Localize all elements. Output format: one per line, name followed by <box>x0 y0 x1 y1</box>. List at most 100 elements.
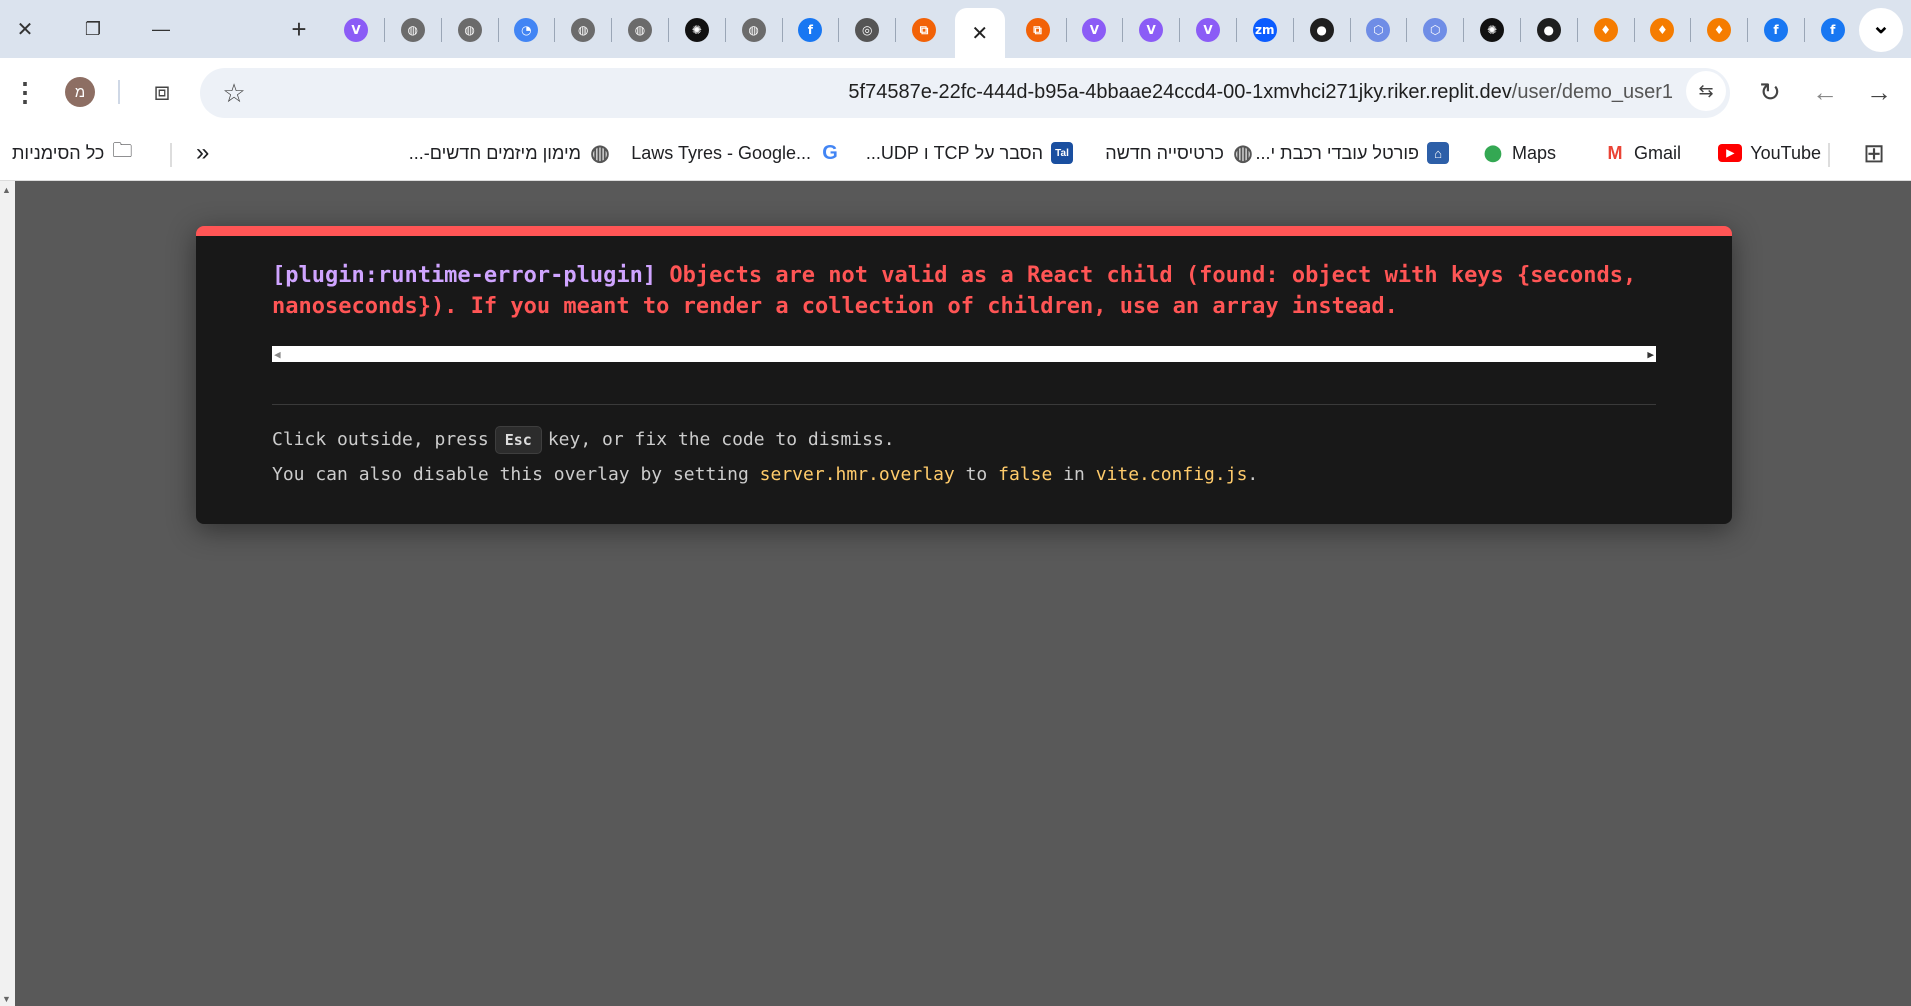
bookmark-funding[interactable]: ◍ מימון מיזמים חדשים-... <box>409 138 611 168</box>
browser-tab[interactable]: V <box>330 8 382 52</box>
site-settings-button[interactable]: ⇆ <box>1686 71 1726 111</box>
forward-button[interactable]: → <box>1857 70 1901 114</box>
tab-separator <box>1463 18 1465 42</box>
tab-separator <box>1406 18 1408 42</box>
firebase-icon: ♦ <box>1593 18 1618 42</box>
config-file: vite.config.js <box>1095 464 1248 485</box>
browser-tab[interactable]: ◎ <box>841 8 893 52</box>
browser-tab[interactable]: f <box>1807 8 1859 52</box>
scroll-left-arrow[interactable]: ◀ <box>274 348 281 361</box>
scroll-up-arrow[interactable]: ▲ <box>2 185 11 195</box>
browser-toolbar: ⋮ מ ⧈ ☆ 5f74587e-22fc-444d-b95a-4bbaae24… <box>0 58 1911 126</box>
browser-tab[interactable]: ◍ <box>444 8 496 52</box>
profile-button[interactable]: מ <box>58 70 102 114</box>
browser-tab[interactable]: ♦ <box>1580 8 1632 52</box>
url-path: /user/demo_user1 <box>1511 81 1673 103</box>
tip-text: Click outside, press <box>272 429 489 450</box>
star-icon: ☆ <box>222 77 246 108</box>
arrow-left-icon: ← <box>1812 76 1838 107</box>
extensions-button[interactable]: ⧈ <box>140 70 184 114</box>
browser-tab[interactable]: ◍ <box>728 8 780 52</box>
tab-separator <box>1747 18 1749 42</box>
url-text[interactable]: 5f74587e-22fc-444d-b95a-4bbaae24ccd4-00-… <box>848 81 1673 104</box>
bookmark-maps[interactable]: ⬤ Maps <box>1481 138 1556 168</box>
tip-text: key, or fix the code to dismiss. <box>547 429 895 450</box>
chrome-icon: ◎ <box>855 18 880 42</box>
github-icon: ● <box>1536 18 1561 42</box>
error-frame-scroller[interactable]: ◀ ▶ <box>272 346 1656 362</box>
browser-tab[interactable]: ✺ <box>1466 8 1518 52</box>
close-icon: ✕ <box>16 18 34 41</box>
restore-window-button[interactable]: ❐ <box>74 10 112 48</box>
config-key: server.hmr.overlay <box>759 464 955 485</box>
cube-icon: ⬡ <box>1423 18 1448 42</box>
bookmark-rail-portal[interactable]: ⌂ פורטל עובדי רכבת י... <box>1255 138 1449 168</box>
arrow-right-icon: → <box>1866 76 1892 107</box>
browser-tab[interactable]: ⬡ <box>1352 8 1404 52</box>
bookmarks-overflow-button[interactable]: » <box>196 138 209 168</box>
page-scrollbar[interactable]: ▲ ▼ <box>0 181 15 1006</box>
globe-icon: ◍ <box>457 18 482 42</box>
tab-separator <box>1236 18 1237 42</box>
tune-icon: ⇆ <box>1698 80 1714 101</box>
back-button[interactable]: ← <box>1803 70 1847 114</box>
reload-button[interactable]: ↻ <box>1748 70 1792 114</box>
browser-tab[interactable]: ● <box>1296 8 1348 52</box>
browser-tab[interactable]: ♦ <box>1693 8 1745 52</box>
browser-tab[interactable]: ♦ <box>1636 8 1688 52</box>
bookmark-laws-tyres[interactable]: G Laws Tyres - Google... <box>631 138 841 168</box>
close-icon[interactable]: ✕ <box>968 21 992 45</box>
scroll-right-arrow[interactable]: ▶ <box>1647 348 1654 361</box>
browser-tab[interactable]: ⧉ <box>898 8 950 52</box>
tab-separator <box>440 18 442 42</box>
tab-separator <box>1065 18 1067 42</box>
browser-menu-button[interactable]: ⋮ <box>3 70 47 114</box>
browser-tab[interactable]: f <box>784 8 836 52</box>
facebook-icon: f <box>1820 18 1845 42</box>
browser-tab[interactable]: ◍ <box>614 8 666 52</box>
dismiss-tip: Click outside, press Esc key, or fix the c… <box>272 426 895 454</box>
maps-pin-icon: ⬤ <box>1481 142 1504 164</box>
facebook-icon: f <box>798 18 823 42</box>
scroll-down-arrow[interactable]: ▼ <box>2 994 11 1004</box>
omnibox[interactable]: ☆ 5f74587e-22fc-444d-b95a-4bbaae24ccd4-0… <box>200 68 1730 118</box>
minimize-window-button[interactable]: — <box>142 10 180 48</box>
bookmark-label: Maps <box>1511 142 1556 163</box>
browser-tab[interactable]: ◍ <box>387 8 439 52</box>
browser-tab[interactable]: V <box>1182 8 1234 52</box>
browser-tab[interactable]: ⧉ <box>1012 8 1064 52</box>
tab-separator <box>838 18 840 42</box>
browser-tab[interactable]: ✺ <box>671 8 723 52</box>
active-tab[interactable]: ✕ <box>954 8 1005 58</box>
browser-tab[interactable]: V <box>1068 8 1120 52</box>
all-bookmarks-button[interactable]: כל הסימניות 🗀 <box>12 138 132 168</box>
tip-text: . <box>1247 464 1259 485</box>
openai-icon: ✺ <box>684 18 709 42</box>
vite-error-overlay[interactable]: [plugin:runtime-error-plugin] Objects ar… <box>196 226 1732 524</box>
esc-key: Esc <box>494 426 542 454</box>
bookmark-gmail[interactable]: M Gmail <box>1603 138 1681 168</box>
browser-tab[interactable]: ● <box>1523 8 1575 52</box>
browser-tab[interactable]: V <box>1125 8 1177 52</box>
vite-icon: V <box>1139 18 1164 42</box>
tab-separator <box>1690 18 1692 42</box>
tab-separator <box>1804 18 1805 42</box>
bookmark-tcp-udp[interactable]: Tal הסבר על TCP ו UDP... <box>866 138 1073 168</box>
browser-tab[interactable]: zm <box>1239 8 1291 52</box>
browser-tab[interactable]: ◍ <box>557 8 609 52</box>
bookmark-youtube[interactable]: ▶ YouTube <box>1718 138 1821 168</box>
bookmark-new-tab[interactable]: ◍ כרטיסייה חדשה <box>1105 138 1254 168</box>
error-message: [plugin:runtime-error-plugin] Objects ar… <box>272 260 1672 322</box>
tab-separator <box>668 18 669 42</box>
close-window-button[interactable]: ✕ <box>6 10 44 48</box>
tab-search-dropdown[interactable]: ⌄ <box>1859 8 1903 52</box>
reload-icon: ↻ <box>1759 76 1781 107</box>
bookmark-star-button[interactable]: ☆ <box>212 71 256 115</box>
browser-tab[interactable]: ⬡ <box>1409 8 1461 52</box>
tab-separator <box>1179 18 1181 42</box>
new-tab-button[interactable]: + <box>280 10 318 48</box>
apps-button[interactable]: ⊞ <box>1852 131 1896 175</box>
browser-tab[interactable]: f <box>1750 8 1802 52</box>
browser-tab[interactable]: ◔ <box>500 8 552 52</box>
vite-icon: V <box>1196 18 1220 42</box>
